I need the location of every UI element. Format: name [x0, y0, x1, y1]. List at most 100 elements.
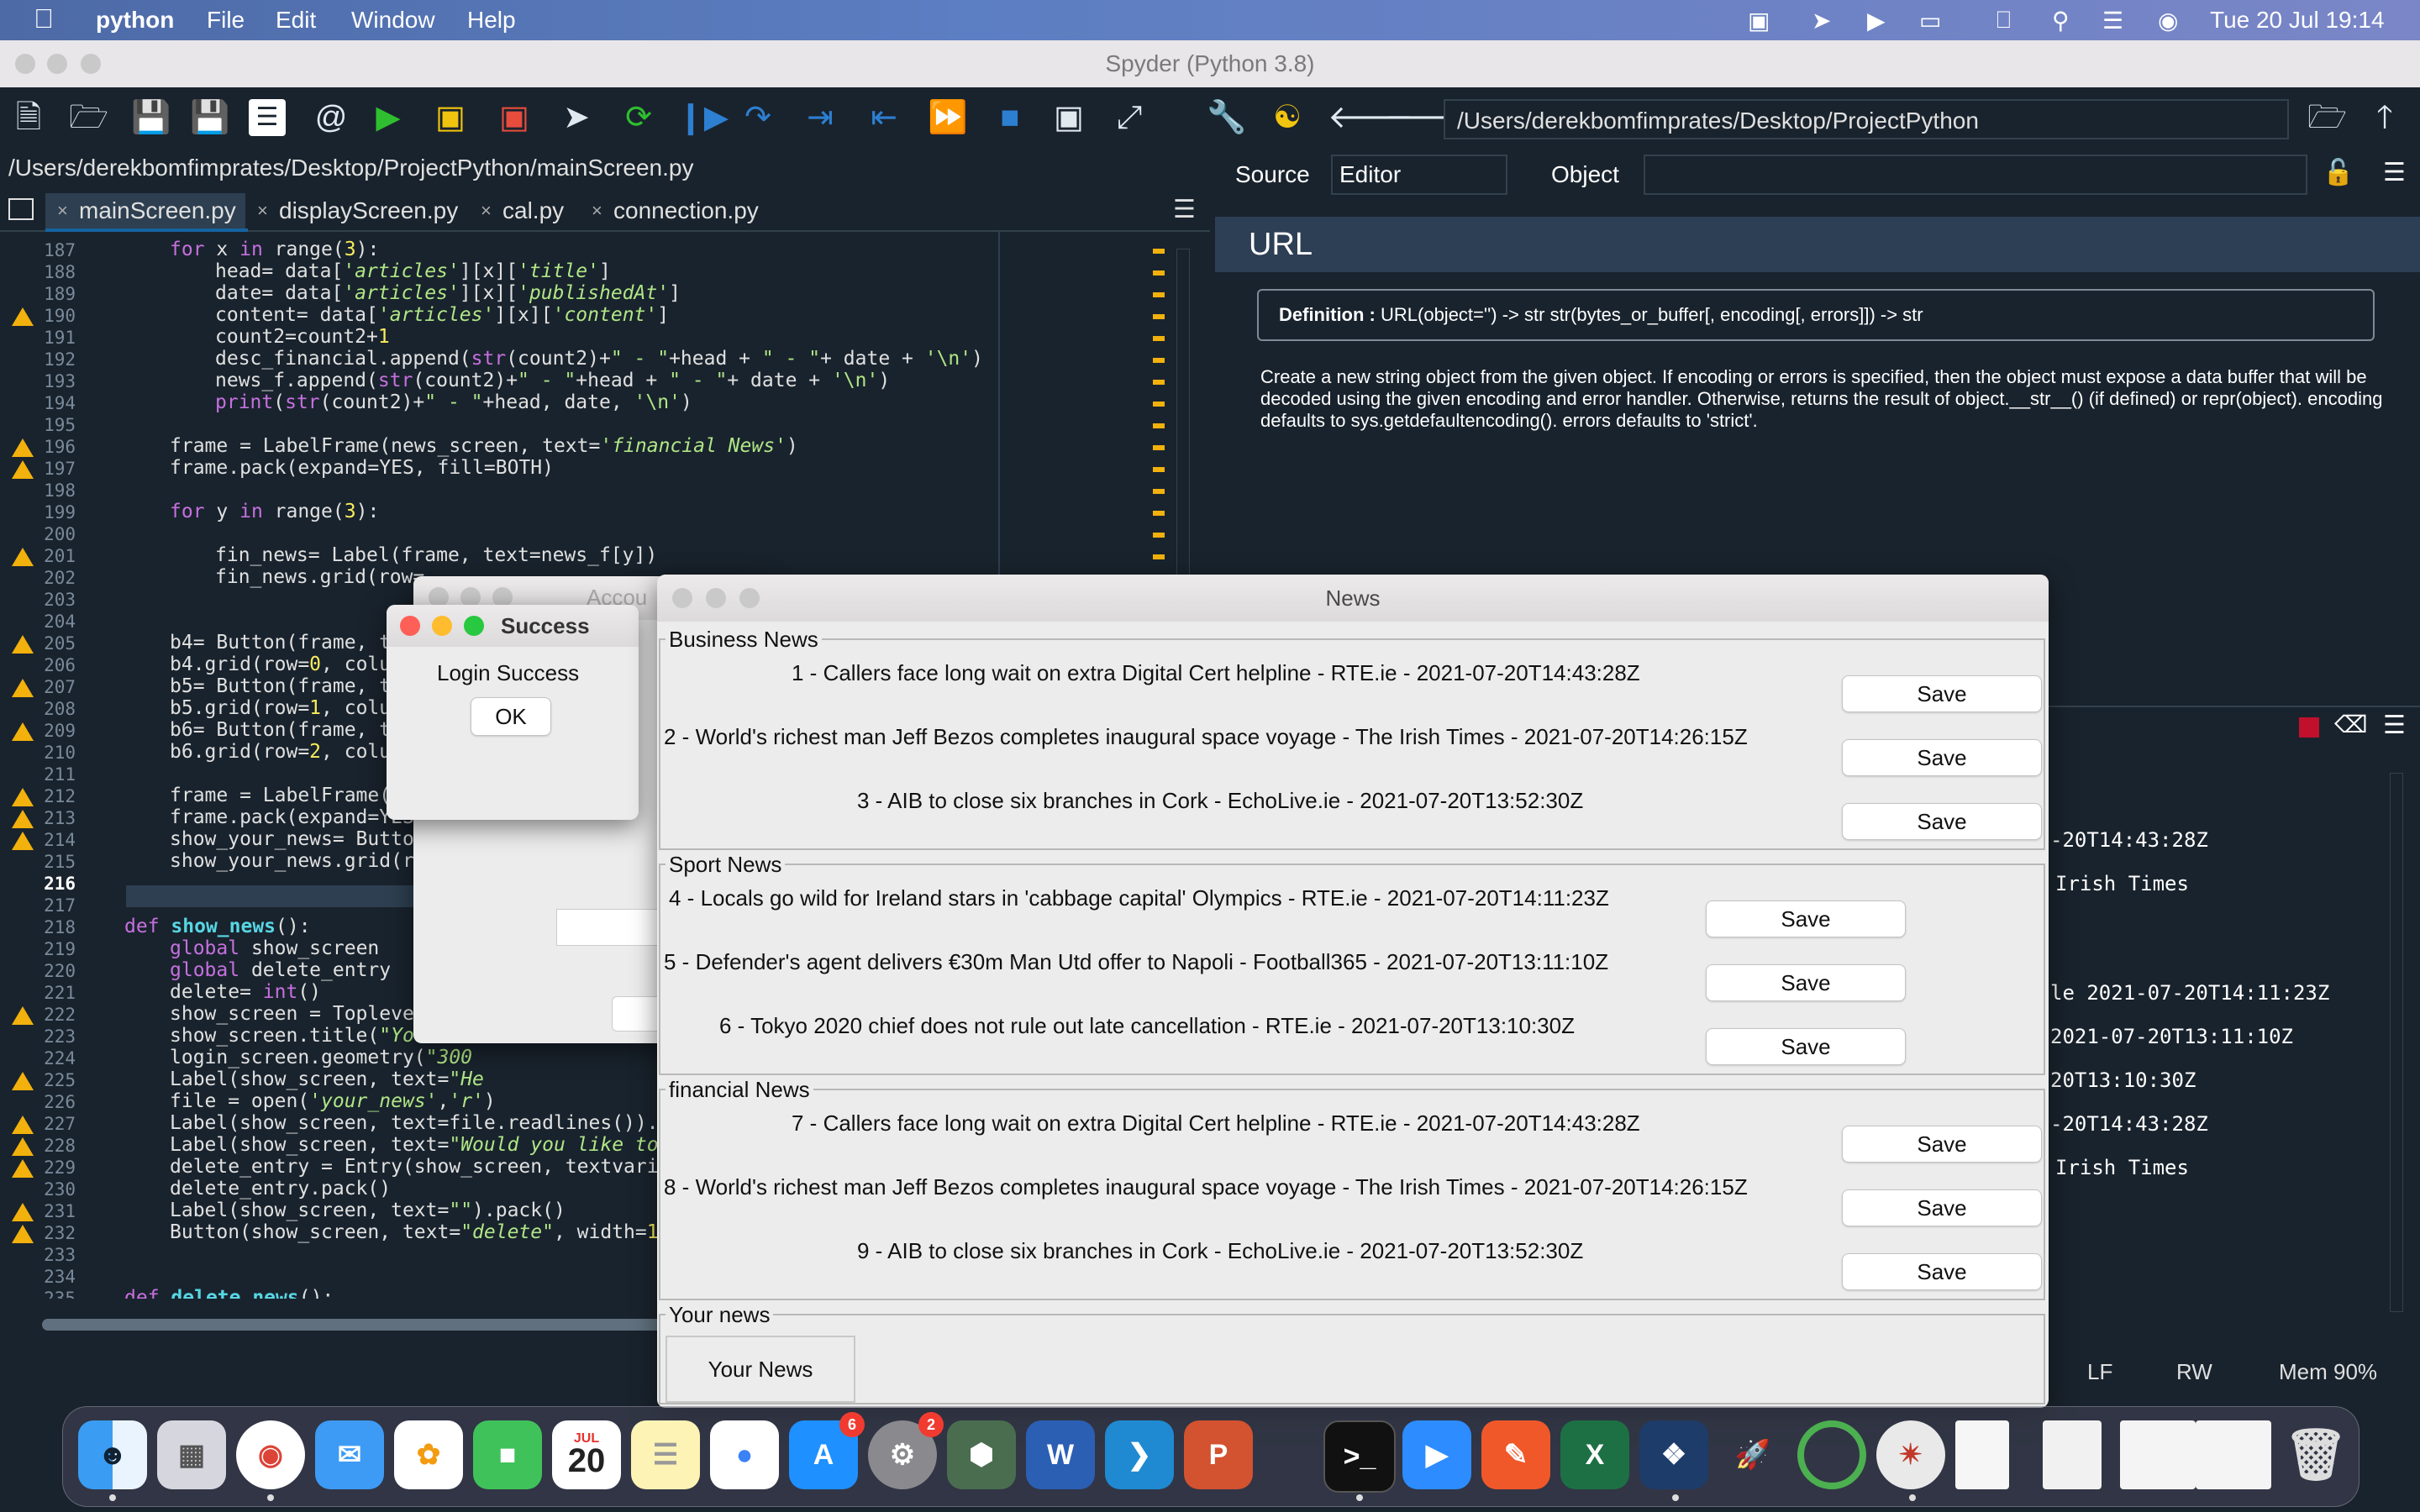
- facetime-icon[interactable]: ■: [473, 1420, 542, 1489]
- maximize-pane-icon[interactable]: ▣: [1050, 99, 1087, 136]
- document-icon[interactable]: [1955, 1420, 2009, 1489]
- launchpad-icon[interactable]: ▦: [157, 1420, 226, 1489]
- save-button[interactable]: Save: [1706, 1028, 1906, 1065]
- save-button[interactable]: Save: [1842, 1189, 2042, 1226]
- source-select[interactable]: Editor: [1331, 155, 1507, 195]
- mail-icon[interactable]: ✉: [315, 1420, 384, 1489]
- trash-icon[interactable]: 🗑: [2281, 1420, 2350, 1489]
- close-tab-icon[interactable]: ×: [592, 193, 602, 228]
- close-tab-icon[interactable]: ×: [257, 193, 268, 228]
- stop-debug-icon[interactable]: ■: [992, 99, 1028, 136]
- debug-icon[interactable]: ❙▶: [677, 99, 729, 136]
- save-button[interactable]: Save: [1706, 964, 1906, 1001]
- step-icon[interactable]: ↷: [739, 99, 776, 136]
- success-dialog[interactable]: Success Login Success OK: [387, 605, 639, 820]
- rocket-icon[interactable]: 🚀: [1718, 1420, 1787, 1489]
- your-news-button[interactable]: Your News: [666, 1336, 855, 1403]
- console-options-icon[interactable]: ☰: [2383, 711, 2406, 740]
- zoom-window-button[interactable]: [81, 54, 101, 74]
- screenshot-stack-icon[interactable]: [2120, 1420, 2196, 1489]
- word-icon[interactable]: W: [1026, 1420, 1095, 1489]
- zoom-status-icon[interactable]: ▣: [1748, 7, 1770, 34]
- location-icon[interactable]: ➤: [1812, 7, 1831, 34]
- excel-icon[interactable]: X: [1560, 1420, 1629, 1489]
- circle-app-icon[interactable]: [1797, 1420, 1866, 1489]
- continue-icon[interactable]: ⏩: [928, 99, 967, 136]
- run-cell-icon[interactable]: ▣: [432, 99, 469, 136]
- lock-icon[interactable]: 🔓: [2323, 158, 2354, 187]
- save-icon[interactable]: 💾: [131, 99, 171, 136]
- save-all-icon[interactable]: 💾: [190, 99, 229, 136]
- zoom-window-button[interactable]: [739, 588, 760, 608]
- minimize-window-button[interactable]: [706, 588, 726, 608]
- photos-icon[interactable]: ✿: [394, 1420, 463, 1489]
- python-path-icon[interactable]: ☯: [1269, 99, 1306, 136]
- pen-app-icon[interactable]: ✎: [1481, 1420, 1550, 1489]
- chrome-icon[interactable]: ◉: [236, 1420, 305, 1489]
- forward-arrow-icon[interactable]: 🡒: [1385, 99, 1470, 136]
- save-button[interactable]: Save: [1842, 675, 2042, 712]
- terminal-icon[interactable]: >_: [1323, 1420, 1396, 1493]
- menu-window[interactable]: Window: [351, 7, 435, 34]
- minimize-window-button[interactable]: [47, 54, 67, 74]
- search-icon[interactable]: ⚲: [2052, 7, 2070, 34]
- siri-icon[interactable]: ◉: [2158, 7, 2178, 34]
- tab-mainscreen[interactable]: × mainScreen.py: [45, 193, 248, 232]
- console-scrollbar[interactable]: [2390, 773, 2403, 1312]
- app-store-icon[interactable]: A 6: [789, 1412, 865, 1489]
- close-tab-icon[interactable]: ×: [481, 193, 492, 228]
- save-button[interactable]: Save: [1842, 1126, 2042, 1163]
- tab-options-icon[interactable]: ☰: [1173, 195, 1196, 224]
- fullscreen-icon[interactable]: ⤢: [1111, 99, 1148, 136]
- parent-dir-icon[interactable]: 🡑: [2366, 99, 2403, 136]
- eraser-icon[interactable]: ⌫: [2334, 711, 2368, 738]
- vscode-icon[interactable]: ❯: [1105, 1420, 1174, 1489]
- calendar-icon[interactable]: JUL 20: [552, 1420, 621, 1489]
- at-icon[interactable]: @: [313, 99, 350, 136]
- zoom-icon[interactable]: ▶: [1402, 1420, 1471, 1489]
- finder-icon[interactable]: ☻: [78, 1420, 147, 1489]
- stop-console-icon[interactable]: [2299, 717, 2319, 738]
- zoom-window-button[interactable]: [464, 616, 484, 636]
- rerun-icon[interactable]: ⟳: [620, 99, 657, 136]
- 3d-box-app-icon[interactable]: ⬢: [947, 1420, 1016, 1489]
- browse-folder-icon[interactable]: 🗁: [2307, 99, 2347, 136]
- mysql-workbench-icon[interactable]: ❖: [1639, 1420, 1708, 1489]
- apple-icon[interactable]: : [34, 3, 54, 34]
- new-file-icon[interactable]: 🗎: [10, 99, 47, 136]
- docx-file-icon[interactable]: [2043, 1420, 2102, 1489]
- preferences-wrench-icon[interactable]: 🔧: [1207, 99, 1246, 136]
- downloads-stack-icon[interactable]: [2196, 1420, 2271, 1489]
- menu-file[interactable]: File: [207, 7, 245, 34]
- browse-tabs-icon[interactable]: [8, 198, 34, 220]
- menu-help[interactable]: Help: [467, 7, 516, 34]
- save-button[interactable]: Save: [1842, 1253, 2042, 1290]
- menu-app-name[interactable]: python: [96, 7, 174, 34]
- editor-h-scrollbar[interactable]: [42, 1319, 664, 1331]
- play-status-icon[interactable]: ▶: [1867, 7, 1886, 34]
- minimize-window-button[interactable]: [432, 616, 452, 636]
- tab-displayscreen[interactable]: × displayScreen.py: [245, 193, 471, 228]
- powerpoint-icon[interactable]: P: [1184, 1420, 1253, 1489]
- menu-edit[interactable]: Edit: [276, 7, 316, 34]
- menubar-clock[interactable]: Tue 20 Jul 19:14: [2210, 7, 2385, 34]
- help-options-icon[interactable]: ☰: [2383, 158, 2406, 187]
- notes-icon[interactable]: ☰: [631, 1420, 700, 1489]
- spyder-icon[interactable]: ✴: [1876, 1420, 1945, 1489]
- close-window-button[interactable]: [15, 54, 35, 74]
- reminders-icon[interactable]: ●: [710, 1420, 779, 1489]
- step-into-icon[interactable]: ⇥: [802, 99, 839, 136]
- system-preferences-icon[interactable]: ⚙ 2: [868, 1412, 944, 1489]
- news-window[interactable]: News Business News 1 - Callers face long…: [657, 575, 2049, 1408]
- tab-connection[interactable]: × connection.py: [580, 193, 771, 228]
- run-cell-advance-icon[interactable]: ▣: [496, 99, 533, 136]
- run-icon[interactable]: ▶: [370, 99, 407, 136]
- step-return-icon[interactable]: ⇤: [865, 99, 902, 136]
- working-directory-input[interactable]: /Users/derekbomfimprates/Desktop/Project…: [1444, 99, 2289, 139]
- battery-icon[interactable]: ▭: [1919, 7, 1941, 34]
- object-input[interactable]: [1644, 155, 2307, 195]
- back-arrow-icon[interactable]: 🡐: [1328, 99, 1413, 136]
- run-selection-icon[interactable]: ➤: [558, 99, 595, 136]
- screen-mirroring-icon[interactable]: ⎕: [1996, 7, 2011, 34]
- ok-button[interactable]: OK: [471, 697, 551, 736]
